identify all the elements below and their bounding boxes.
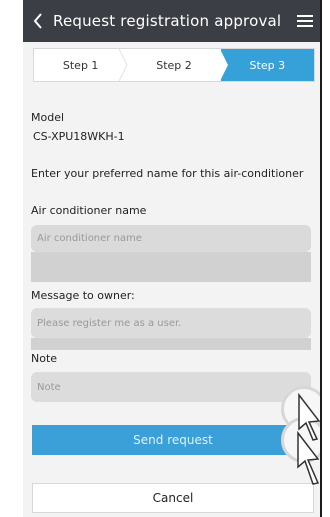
step-1: Step 1 [34,49,136,81]
ac-name-label: Air conditioner name [31,204,147,217]
app-screen: Request registration approval Step 1 Ste… [23,0,320,517]
chevron-left-icon [33,13,42,29]
menu-icon [297,15,313,27]
model-value: CS-XPU18WKH-1 [33,130,125,143]
pointer-cursor-icon-2 [297,431,320,485]
page-title: Request registration approval [53,12,282,30]
grey-spacer-block-2 [31,338,311,350]
step-separator-icon [119,49,136,81]
step-3: Step 3 [219,49,314,81]
message-label: Message to owner: [31,289,135,302]
cancel-button[interactable]: Cancel [32,483,314,513]
ac-name-input[interactable]: Air conditioner name [31,225,311,252]
step-indicator: Step 1 Step 2 Step 3 [33,48,315,82]
step-1-label: Step 1 [62,58,99,72]
model-label: Model [31,111,65,124]
message-placeholder: Please register me as a user. [37,317,182,329]
note-placeholder: Note [37,381,61,393]
instruction-text: Enter your preferred name for this air-c… [31,167,304,180]
step-2-label: Step 2 [156,58,192,72]
step-3-label: Step 3 [249,58,286,72]
device-frame-edge [320,0,322,517]
step-active-notch-icon [219,49,228,81]
header-bar: Request registration approval [23,0,320,42]
menu-button[interactable] [290,0,320,42]
cancel-label: Cancel [152,491,194,505]
message-input[interactable]: Please register me as a user. [31,308,311,338]
step-2: Step 2 [127,49,220,81]
send-request-label: Send request [133,433,213,447]
note-input[interactable]: Note [31,372,311,402]
send-request-button[interactable]: Send request [32,425,314,455]
note-label: Note [31,352,58,365]
ac-name-placeholder: Air conditioner name [37,233,142,244]
back-button[interactable] [23,0,53,42]
grey-spacer-block [31,252,311,282]
